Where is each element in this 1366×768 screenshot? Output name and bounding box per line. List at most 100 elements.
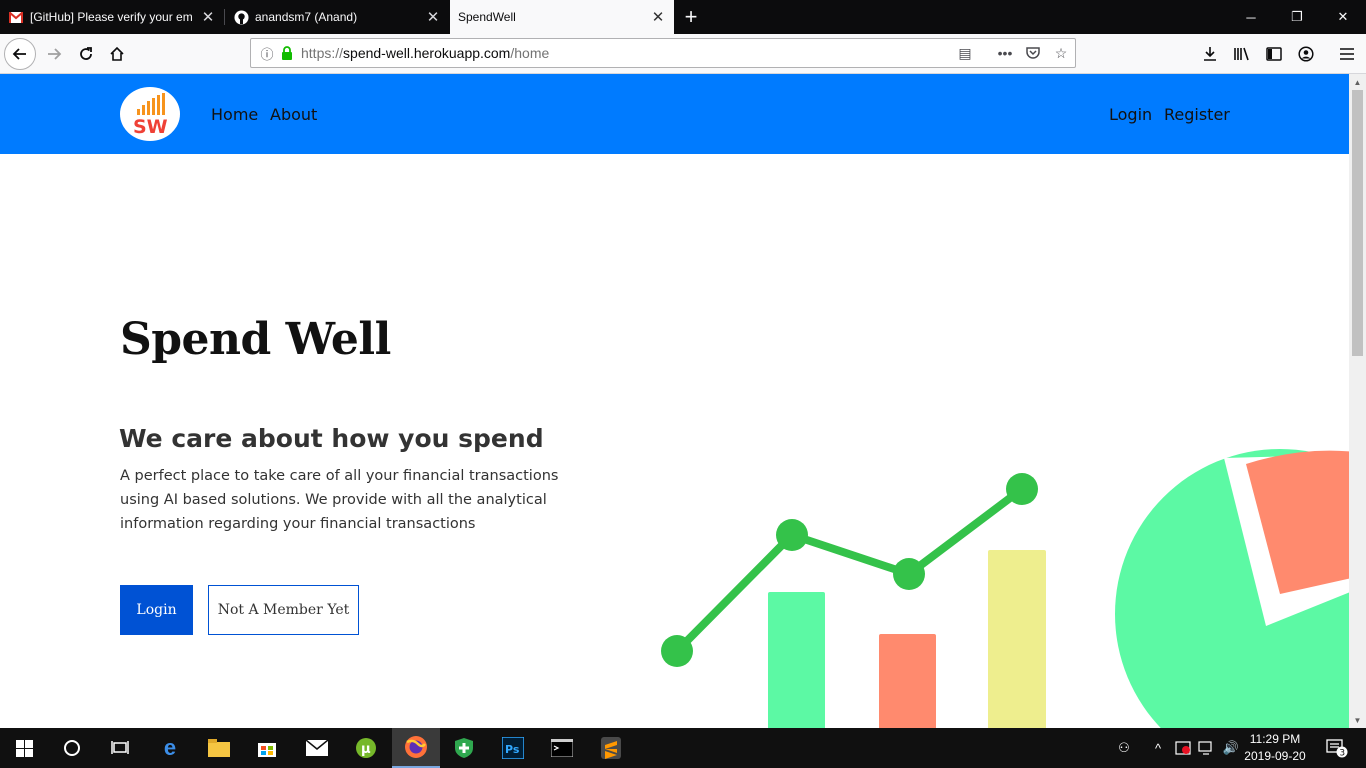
task-view-icon [111,741,129,754]
clock-time: 11:29 PM [1249,732,1301,746]
illustration-bar-red [879,634,936,728]
pocket-icon[interactable] [1019,39,1047,67]
analytics-illustration [661,449,1349,728]
search-button[interactable] [48,728,96,768]
illustration-point [776,519,808,551]
tab-strip: [GitHub] Please verify your em ✕ anandsm… [0,0,1366,34]
restore-button[interactable]: ❐ [1274,0,1320,34]
library-icon [1234,47,1249,61]
illustration-trend-line [674,485,1025,654]
system-clock[interactable]: 11:29 PM 2019-09-20 [1240,731,1310,765]
action-center-button[interactable]: 3 [1320,728,1354,768]
address-bar[interactable]: ⓘ https://spend-well.herokuapp.com/home … [250,38,1076,68]
url-path: /home [510,45,550,61]
bookmark-star-icon[interactable]: ☆ [1047,39,1075,67]
close-tab-icon[interactable]: ✕ [200,9,216,26]
nav-login-link[interactable]: Login [1109,105,1152,124]
tab-spendwell[interactable]: SpendWell ✕ [450,0,674,34]
nav-about-link[interactable]: About [270,105,317,124]
not-a-member-button[interactable]: Not A Member Yet [208,585,359,635]
mail-app-icon[interactable] [293,728,341,768]
notification-count: 3 [1339,749,1345,759]
scroll-thumb[interactable] [1352,90,1363,356]
scroll-up-icon[interactable]: ▲ [1349,74,1366,90]
svg-text:µ: µ [361,742,371,757]
reader-view-icon[interactable]: ▤ [951,39,979,67]
home-icon [110,46,124,61]
close-window-button[interactable]: ✕ [1320,0,1366,34]
illustration-point [661,635,693,667]
clock-date: 2019-09-20 [1244,749,1306,763]
show-hidden-icons-icon[interactable]: ^ [1148,728,1168,768]
login-button[interactable]: Login [120,585,193,635]
page-scrollbar[interactable]: ▲ ▼ [1349,74,1366,728]
volume-icon[interactable]: 🔊 [1220,728,1242,768]
lock-icon[interactable] [277,43,297,63]
shield-app-icon[interactable] [440,728,488,768]
sublime-app-icon[interactable] [587,728,635,768]
people-icon[interactable]: ⚇ [1112,728,1136,768]
reload-button[interactable] [70,38,102,70]
sidebar-icon [1266,47,1282,61]
spendwell-logo[interactable]: SW [120,87,180,141]
close-tab-icon[interactable]: ✕ [650,9,666,26]
back-button[interactable] [4,38,36,70]
security-tray-icon[interactable] [1172,728,1194,768]
info-icon[interactable]: ⓘ [257,43,277,63]
tab-title: [GitHub] Please verify your em [30,10,193,24]
account-icon [1298,46,1314,62]
library-button[interactable] [1226,38,1258,70]
illustration-bar-green [768,592,825,728]
sidebar-button[interactable] [1258,38,1290,70]
account-button[interactable] [1290,38,1322,70]
scroll-down-icon[interactable]: ▼ [1349,712,1366,728]
url-scheme: https:// [301,45,344,61]
illustration-bar-yellow [988,550,1046,728]
tab-title: anandsm7 (Anand) [255,10,358,24]
network-icon[interactable] [1196,728,1218,768]
url-host: spend-well.herokuapp.com [343,45,511,61]
divider [979,39,991,67]
navigation-toolbar: ⓘ https://spend-well.herokuapp.com/home … [0,34,1366,74]
windows-logo-icon [15,739,33,757]
tab-github-email[interactable]: [GitHub] Please verify your em ✕ [0,0,224,34]
edge-app-icon[interactable]: e [146,728,194,768]
illustration-point [893,558,925,590]
close-tab-icon[interactable]: ✕ [425,9,441,26]
downloads-button[interactable] [1194,38,1226,70]
svg-text:Ps: Ps [505,743,520,756]
menu-button[interactable] [1331,38,1363,70]
logo-text: SW [133,116,168,138]
task-view-button[interactable] [96,728,144,768]
utorrent-app-icon[interactable]: µ [342,728,390,768]
tab-github-profile[interactable]: anandsm7 (Anand) ✕ [225,0,449,34]
illustration-point [1006,473,1038,505]
nav-register-link[interactable]: Register [1164,105,1230,124]
forward-button[interactable] [38,38,70,70]
terminal-app-icon[interactable] [538,728,586,768]
nav-home-link[interactable]: Home [211,105,258,124]
tab-title: SpendWell [458,10,516,24]
site-header: SW Home About Login Register [0,74,1349,154]
url-text[interactable]: https://spend-well.herokuapp.com/home [301,45,549,61]
cortana-circle-icon [64,740,80,756]
hamburger-icon [1340,48,1354,60]
hero-title: Spend Well [120,314,391,365]
hero-subtitle: We care about how you spend [119,424,544,453]
home-button[interactable] [101,38,133,70]
gmail-icon [8,9,24,25]
github-icon [233,9,249,25]
firefox-app-icon[interactable] [392,728,440,768]
page-actions-icon[interactable]: ••• [991,39,1019,67]
new-tab-button[interactable]: + [678,4,704,30]
reload-icon [80,47,92,60]
photoshop-app-icon[interactable]: Ps [489,728,537,768]
hero-description: A perfect place to take care of all your… [120,468,559,532]
windows-taskbar: e µ Ps ⚇ ^ 🔊 11:29 PM 2019-09-20 3 [0,728,1366,768]
logo-graphic: SW [133,93,168,138]
store-app-icon[interactable] [243,728,291,768]
file-explorer-app-icon[interactable] [195,728,243,768]
back-arrow-icon [12,48,26,60]
minimize-button[interactable]: ─ [1228,0,1274,34]
start-button[interactable] [0,728,48,768]
